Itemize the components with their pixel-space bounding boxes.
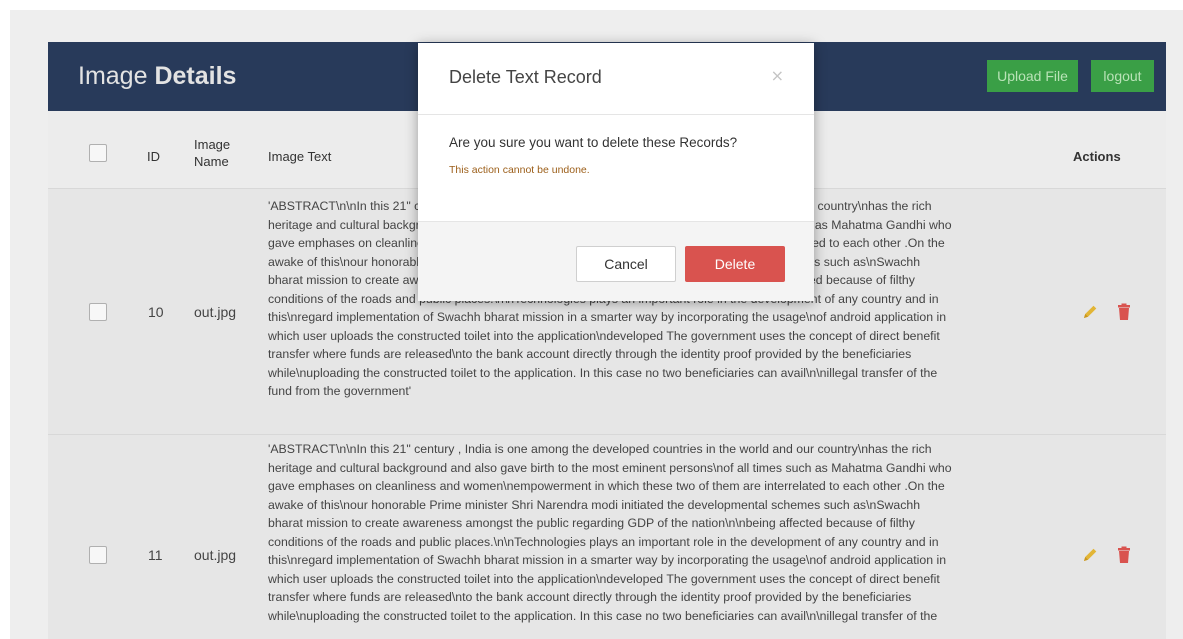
row-text-line: this\nregard implementation of Swachh bh…	[268, 310, 947, 324]
row-checkbox[interactable]	[89, 546, 107, 564]
trash-icon[interactable]	[1116, 546, 1132, 564]
column-header-image-name-line2: Name	[194, 154, 229, 169]
row-text-line: this\nregard implementation of Swachh bh…	[268, 553, 947, 567]
modal-header: Delete Text Record ×	[418, 43, 814, 115]
row-text-line: conditions of the roads and public place…	[268, 534, 939, 549]
column-header-image-name-line1: Image	[194, 137, 231, 152]
row-text-line: 'ABSTRACT\n\nIn this 21" century , India…	[268, 442, 932, 456]
row-text-line: bharat mission to create awareness among…	[268, 516, 915, 530]
row-id: 10	[148, 304, 164, 320]
cancel-button[interactable]: Cancel	[576, 246, 676, 282]
row-text-line: which user uploads the constructed toile…	[268, 571, 940, 586]
logout-button[interactable]: logout	[1091, 60, 1154, 92]
row-text-line: gave emphases on cleanliness and women\n…	[268, 479, 945, 493]
edit-pencil-icon[interactable]	[1081, 546, 1099, 564]
close-icon[interactable]: ×	[771, 66, 784, 85]
upload-file-button[interactable]: Upload File	[987, 60, 1078, 92]
row-checkbox[interactable]	[89, 303, 107, 321]
table-row: 11 out.jpg 'ABSTRACT\n\nIn this 21" cent…	[48, 434, 1166, 639]
row-text-line: which user uploads the constructed toile…	[268, 328, 940, 343]
delete-button[interactable]: Delete	[685, 246, 785, 282]
row-image-name: out.jpg	[194, 547, 237, 563]
page-title: Image Details	[78, 62, 236, 91]
column-header-actions: Actions	[1073, 149, 1121, 164]
column-header-image-text: Image Text	[268, 149, 332, 164]
modal-warning: This action cannot be undone.	[449, 164, 590, 176]
delete-confirm-modal: Delete Text Record × Are you sure you wa…	[418, 43, 814, 301]
row-text-line: while\nuploading the constructed toilet …	[268, 365, 938, 380]
page-title-light: Image	[78, 62, 148, 90]
column-header-id: ID	[147, 149, 160, 164]
trash-icon[interactable]	[1116, 303, 1132, 321]
row-image-name: out.jpg	[194, 304, 237, 320]
row-text-line: while\nuploading the constructed toilet …	[268, 608, 938, 623]
row-text-line: fund from the government'	[268, 384, 412, 398]
row-id: 11	[148, 547, 163, 563]
select-all-checkbox[interactable]	[89, 144, 107, 162]
modal-body: Are you sure you want to delete these Re…	[449, 135, 789, 176]
row-image-text: 'ABSTRACT\n\nIn this 21" century , India…	[268, 440, 1048, 625]
row-text-line: transfer where funds are released\nto th…	[268, 590, 912, 604]
column-header-image-name: Image Name	[194, 136, 230, 170]
modal-question: Are you sure you want to delete these Re…	[449, 135, 738, 150]
modal-footer: Cancel Delete	[418, 221, 814, 301]
row-text-line: awake of this\nour honorable Prime minis…	[268, 497, 921, 512]
edit-pencil-icon[interactable]	[1081, 303, 1099, 321]
row-text-line: transfer where funds are released\nto th…	[268, 347, 912, 361]
modal-title: Delete Text Record	[449, 67, 602, 87]
row-text-line: heritage and cultural background and als…	[268, 460, 952, 475]
page-title-bold: Details	[154, 62, 237, 90]
